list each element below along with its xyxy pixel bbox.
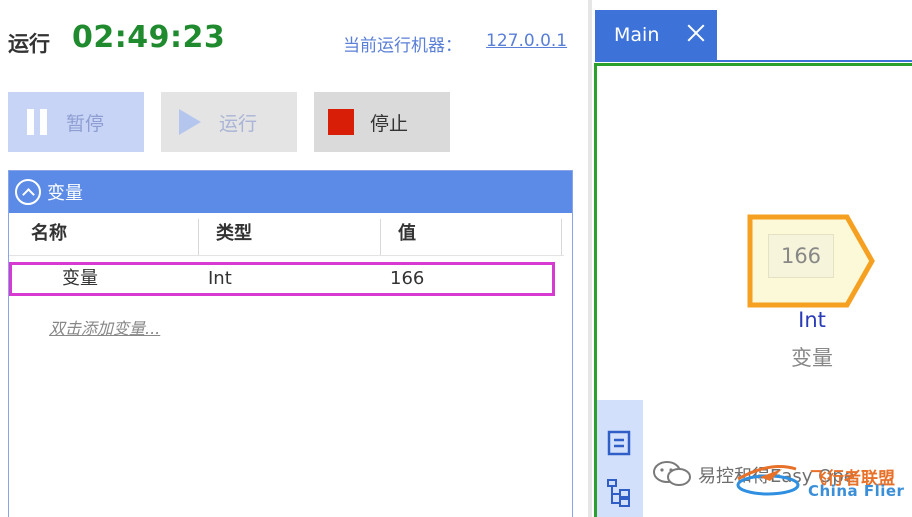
- pause-button-label: 暂停: [66, 112, 105, 135]
- stop-icon: [328, 109, 354, 135]
- run-button-label: 运行: [219, 112, 258, 135]
- variable-section-header[interactable]: 变量: [9, 171, 572, 213]
- wechat-icon: [653, 461, 691, 486]
- flier-logo-icon: [736, 465, 800, 496]
- tab-strip-underline: [595, 60, 912, 62]
- variable-name-cell[interactable]: 变量: [62, 265, 98, 293]
- run-timer: 02:49:23: [72, 20, 226, 55]
- tab-main[interactable]: Main: [595, 10, 717, 60]
- table-header: 名称 类型 值: [9, 213, 564, 256]
- watermark-brand-en: China Flier: [808, 482, 905, 500]
- column-header-name[interactable]: 名称: [31, 213, 67, 255]
- column-divider: [561, 219, 562, 255]
- variables-panel: 运行 02:49:23 当前运行机器： 127.0.0.1 暂停 运行 停止 变…: [0, 0, 588, 517]
- table-row[interactable]: 变量 Int 166: [9, 262, 555, 296]
- pause-button[interactable]: 暂停: [8, 92, 144, 152]
- tab-main-label: Main: [614, 24, 660, 46]
- column-header-value[interactable]: 值: [398, 213, 416, 255]
- add-variable-link[interactable]: 双击添加变量...: [49, 315, 160, 339]
- machine-ip-link[interactable]: 127.0.0.1: [486, 31, 567, 51]
- column-divider[interactable]: [380, 219, 381, 255]
- variable-type-cell[interactable]: Int: [208, 265, 232, 293]
- variable-section-title: 变量: [47, 183, 83, 204]
- variable-node-type: Int: [798, 308, 826, 332]
- variable-node-name: 变量: [791, 346, 833, 370]
- stop-button[interactable]: 停止: [314, 92, 450, 152]
- pause-icon: [26, 109, 48, 135]
- play-icon: [179, 109, 201, 135]
- run-status-label: 运行: [8, 32, 50, 56]
- machine-label: 当前运行机器：: [343, 36, 462, 56]
- panel-splitter[interactable]: [588, 0, 592, 517]
- close-icon[interactable]: [685, 22, 707, 44]
- variable-list: 变量 名称 类型 值 变量 Int 166 双击添加变量...: [8, 170, 573, 517]
- column-divider[interactable]: [198, 219, 199, 255]
- chevron-up-circle-icon[interactable]: [15, 179, 41, 205]
- stop-button-label: 停止: [370, 112, 409, 135]
- copy-icon[interactable]: [605, 428, 633, 458]
- variable-node-value: 166: [768, 234, 834, 278]
- canvas-toolbar: [597, 400, 643, 517]
- column-header-type[interactable]: 类型: [216, 213, 252, 255]
- variable-value-cell[interactable]: 166: [390, 265, 424, 293]
- tree-structure-icon[interactable]: [605, 478, 633, 508]
- run-button[interactable]: 运行: [161, 92, 297, 152]
